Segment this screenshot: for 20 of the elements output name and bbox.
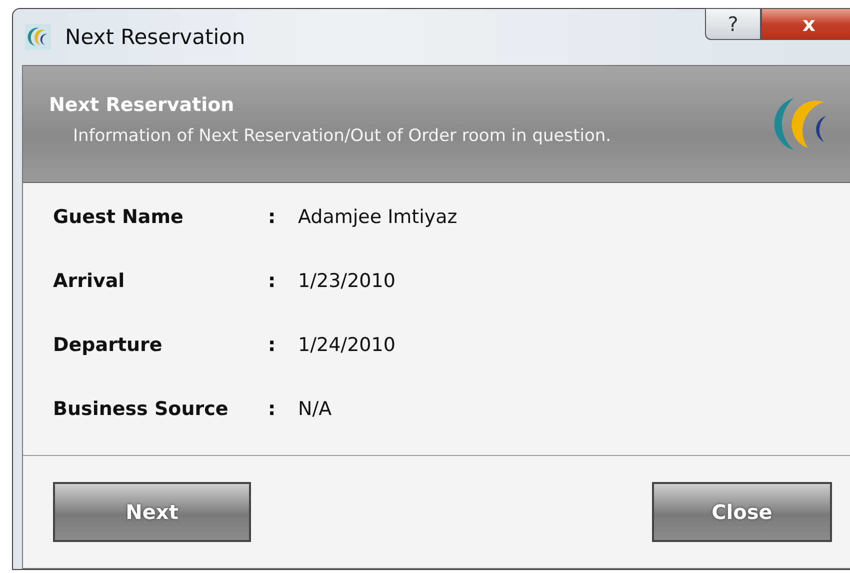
help-button[interactable]: ? bbox=[705, 8, 761, 40]
field-label: Guest Name bbox=[53, 206, 184, 228]
field-label: Departure bbox=[53, 334, 164, 356]
field-separator: : bbox=[268, 206, 277, 228]
field-value: Adamjee Imtiyaz bbox=[298, 206, 458, 228]
close-dialog-button[interactable]: Close bbox=[652, 482, 832, 542]
field-separator: : bbox=[268, 398, 277, 420]
header-subtitle: Information of Next Reservation/Out of Order room in question. bbox=[72, 126, 612, 146]
field-value: 1/23/2010 bbox=[298, 270, 396, 292]
field-label: Business Source bbox=[53, 398, 230, 420]
field-separator: : bbox=[268, 334, 277, 356]
window-close-button[interactable]: x bbox=[761, 8, 850, 40]
window-title: Next Reservation bbox=[65, 25, 246, 49]
logo-icon bbox=[25, 24, 51, 50]
header-title: Next Reservation bbox=[49, 94, 236, 116]
field-value: 1/24/2010 bbox=[298, 334, 396, 356]
next-button[interactable]: Next bbox=[53, 482, 251, 542]
field-value: N/A bbox=[298, 398, 332, 420]
field-label: Arrival bbox=[53, 270, 126, 292]
field-separator: : bbox=[268, 270, 277, 292]
